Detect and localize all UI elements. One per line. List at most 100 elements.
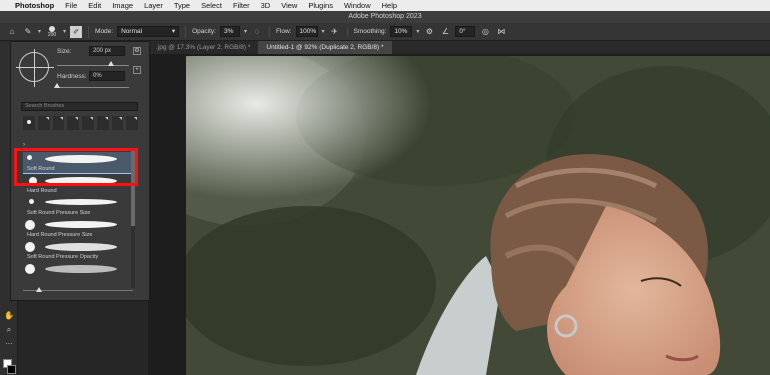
brush-stroke-preview (45, 265, 117, 273)
divider (88, 25, 90, 38)
pressure-size-icon[interactable]: ◎ (479, 26, 491, 38)
symmetry-icon[interactable]: ⋈ (495, 26, 507, 38)
menu-filter[interactable]: Filter (233, 1, 250, 10)
chevron-down-icon[interactable]: ▾ (38, 28, 41, 35)
menu-image[interactable]: Image (112, 1, 133, 10)
size-slider[interactable] (57, 65, 129, 66)
zoom-icon[interactable]: ⌕ (3, 325, 15, 337)
brush-stroke-preview (45, 199, 117, 205)
menu-help[interactable]: Help (382, 1, 397, 10)
brush-stroke-preview (45, 243, 117, 251)
menu-layer[interactable]: Layer (144, 1, 163, 10)
menu-edit[interactable]: Edit (88, 1, 101, 10)
chevron-down-icon[interactable]: ▾ (322, 28, 325, 35)
divider (346, 25, 348, 38)
pressure-opacity-icon[interactable]: ◌ (251, 26, 263, 38)
angle-field[interactable]: 0° (455, 26, 476, 37)
brush-preset-picker[interactable]: 200 (45, 25, 59, 38)
recent-brushes (23, 116, 138, 138)
brush-item-soft-round-pressure-opacity[interactable]: Soft Round Pressure Opacity (23, 240, 131, 262)
panel-settings-gear-icon[interactable]: ⚙ (133, 47, 141, 55)
chevron-down-icon[interactable]: ▾ (63, 28, 66, 35)
hardness-field[interactable]: 0% (89, 71, 125, 81)
brush-item-next[interactable] (23, 262, 131, 284)
options-bar: ⌂ ✎ ▾ 200 ▾ ✐ Mode: Normal ▾ Opacity: 3%… (0, 23, 770, 41)
brush-tip-icon (119, 117, 123, 120)
menu-file[interactable]: File (65, 1, 77, 10)
divider (185, 25, 187, 38)
flow-field[interactable]: 100% (295, 26, 318, 37)
hardness-label: Hardness: (57, 73, 87, 80)
brush-item-label: Soft Round Pressure Opacity (27, 254, 99, 260)
recent-brush-1[interactable] (23, 116, 35, 130)
brush-settings-panel-icon[interactable]: ✐ (70, 25, 83, 38)
highlight-box (14, 148, 138, 186)
brush-search-input[interactable]: Search Brushes (21, 102, 138, 111)
background-color-swatch[interactable] (7, 365, 16, 374)
smoothing-field[interactable]: 10% (390, 26, 413, 37)
brush-tip-icon (29, 199, 34, 204)
brush-tool-icon[interactable]: ✎ (22, 26, 34, 38)
airbrush-icon[interactable]: ✈ (329, 26, 341, 38)
size-field[interactable]: 200 px (89, 46, 125, 56)
opacity-label: Opacity: (192, 28, 216, 35)
brush-item-hard-round-pressure-size[interactable]: Hard Round Pressure Size (23, 218, 131, 240)
home-icon[interactable]: ⌂ (6, 26, 18, 38)
brush-stroke-preview (45, 221, 117, 228)
menu-photoshop[interactable]: Photoshop (15, 1, 54, 10)
brush-item-label: Soft Round Pressure Size (27, 210, 91, 216)
size-label: Size: (57, 48, 72, 55)
brush-tip-icon (89, 117, 93, 120)
brush-tip-icon (25, 220, 35, 230)
window-title: Adobe Photoshop 2023 (0, 11, 770, 23)
menu-view[interactable]: View (281, 1, 297, 10)
recent-brush-2[interactable] (37, 116, 50, 130)
mode-value: Normal (121, 28, 143, 35)
brush-tip-icon (27, 120, 31, 124)
menu-3d[interactable]: 3D (261, 1, 271, 10)
gear-icon[interactable]: ⚙ (423, 26, 435, 38)
chevron-down-icon[interactable]: ▾ (244, 28, 247, 35)
menu-type[interactable]: Type (174, 1, 190, 10)
canvas-photo[interactable] (186, 56, 770, 375)
preview-size-slider-knob[interactable] (36, 287, 42, 292)
tab-document-2[interactable]: Untitled-1 @ 92% (Duplicate 2, RGB/8) * (258, 41, 392, 54)
flow-label: Flow: (275, 28, 292, 35)
recent-brush-7[interactable] (111, 116, 124, 130)
smoothing-label: Smoothing: (353, 28, 387, 35)
size-slider-knob[interactable] (108, 61, 114, 66)
recent-brush-6[interactable] (96, 116, 109, 130)
chevron-down-icon[interactable]: ▾ (416, 28, 419, 35)
more-tools-icon[interactable]: ··· (3, 339, 15, 351)
brush-angle-preview-icon[interactable] (16, 49, 54, 87)
recent-brush-3[interactable] (52, 116, 65, 130)
mode-select[interactable]: Normal ▾ (117, 26, 180, 37)
photo-image (186, 56, 770, 375)
tab-document-1[interactable]: .jpg @ 17.3% (Layer 2, RGB/8) * (148, 41, 258, 54)
brush-tip-icon (45, 117, 49, 120)
menu-bar: Photoshop File Edit Image Layer Type Sel… (0, 0, 770, 11)
opacity-field[interactable]: 3% (219, 26, 240, 37)
menu-plugins[interactable]: Plugins (308, 1, 333, 10)
recent-brush-8[interactable] (126, 116, 138, 130)
brush-item-label: Hard Round (27, 188, 57, 194)
chevron-down-icon: ▾ (171, 28, 176, 35)
brush-item-soft-round-pressure-size[interactable]: Soft Round Pressure Size (23, 196, 131, 218)
brush-tip-icon (60, 117, 64, 120)
menu-window[interactable]: Window (344, 1, 371, 10)
hand-icon[interactable]: ✋ (3, 311, 15, 323)
brush-tip-icon (25, 264, 35, 274)
brush-tip-icon (104, 117, 108, 120)
brush-tip-icon (134, 117, 137, 120)
mode-label: Mode: (95, 28, 114, 35)
new-preset-icon[interactable]: + (133, 66, 141, 74)
hardness-slider-knob[interactable] (54, 83, 60, 88)
brush-item-label: Hard Round Pressure Size (27, 232, 93, 238)
divider (268, 25, 270, 38)
recent-brush-5[interactable] (82, 116, 94, 130)
recent-brush-4[interactable] (67, 116, 79, 130)
angle-icon: ∠ (441, 27, 449, 36)
brush-tip-settings: Size: 200 px ⚙ + Hardness: 0% (11, 42, 149, 94)
menu-select[interactable]: Select (201, 1, 222, 10)
hardness-slider[interactable] (57, 87, 129, 88)
